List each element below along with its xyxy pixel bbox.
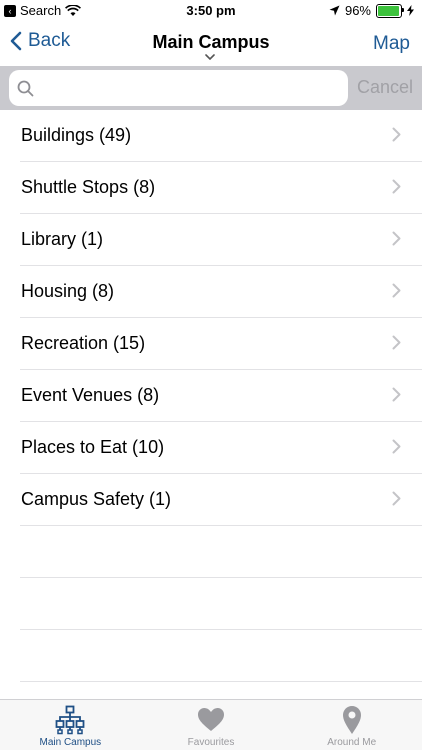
list-item-label: Campus Safety (1) [21,489,172,509]
map-button[interactable]: Map [373,33,410,55]
battery-fill [378,5,400,16]
screen: ‹ Search 3:50 pm 96% Back Main Campus Ma… [0,0,422,750]
list-item-library[interactable]: Library (1) [20,214,422,266]
battery-icon [376,3,404,18]
list-item-label: Places to Eat (10) [21,437,165,457]
tab-favourites[interactable]: Favourites [141,700,282,750]
tab-around-me[interactable]: Around Me [281,700,422,750]
list-item-label: Housing (8) [21,281,115,301]
chevron-right-icon [392,387,401,402]
list-item-housing[interactable]: Housing (8) [20,266,422,318]
search-field[interactable] [9,70,348,106]
chevron-right-icon [392,335,401,350]
charging-bolt-icon [407,5,414,16]
page-title[interactable]: Main Campus [0,32,422,53]
chevron-right-icon [392,127,401,142]
search-icon [17,80,34,97]
empty-row [20,630,422,682]
category-list: Buildings (49) Shuttle Stops (8) Library… [0,110,422,682]
chevron-right-icon [392,283,401,298]
list-item-event-venues[interactable]: Event Venues (8) [20,370,422,422]
tab-label: Favourites [187,737,235,748]
list-item-label: Library (1) [21,229,104,249]
empty-row [20,578,422,630]
list-item-label: Recreation (15) [21,333,146,353]
list-item-campus-safety[interactable]: Campus Safety (1) [20,474,422,526]
chevron-right-icon [392,179,401,194]
tab-bar: Main Campus Favourites Around Me [0,699,422,750]
chevron-down-icon [205,54,215,60]
search-bar: Cancel [0,66,422,110]
empty-row [20,526,422,578]
chevron-right-icon [392,491,401,506]
list-item-label: Shuttle Stops (8) [21,177,156,197]
tab-main-campus[interactable]: Main Campus [0,700,141,750]
tab-label: Main Campus [39,737,102,748]
status-bar: ‹ Search 3:50 pm 96% [0,0,422,22]
list-item-places-to-eat[interactable]: Places to Eat (10) [20,422,422,474]
cancel-button[interactable]: Cancel [357,77,413,98]
tab-label: Around Me [327,737,377,748]
chevron-right-icon [392,231,401,246]
list-item-label: Buildings (49) [21,125,132,145]
list-item-recreation[interactable]: Recreation (15) [20,318,422,370]
location-pin-icon [342,704,362,736]
status-right: 96% [329,3,414,18]
list-item-label: Event Venues (8) [21,385,160,405]
heart-icon [197,704,225,736]
hierarchy-icon [55,704,85,736]
search-input[interactable] [40,77,348,99]
list-item-buildings[interactable]: Buildings (49) [20,110,422,162]
location-arrow-icon [329,5,340,16]
list-item-shuttle-stops[interactable]: Shuttle Stops (8) [20,162,422,214]
battery-percent: 96% [344,3,371,18]
navigation-bar: Back Main Campus Map [0,22,422,66]
chevron-right-icon [392,439,401,454]
